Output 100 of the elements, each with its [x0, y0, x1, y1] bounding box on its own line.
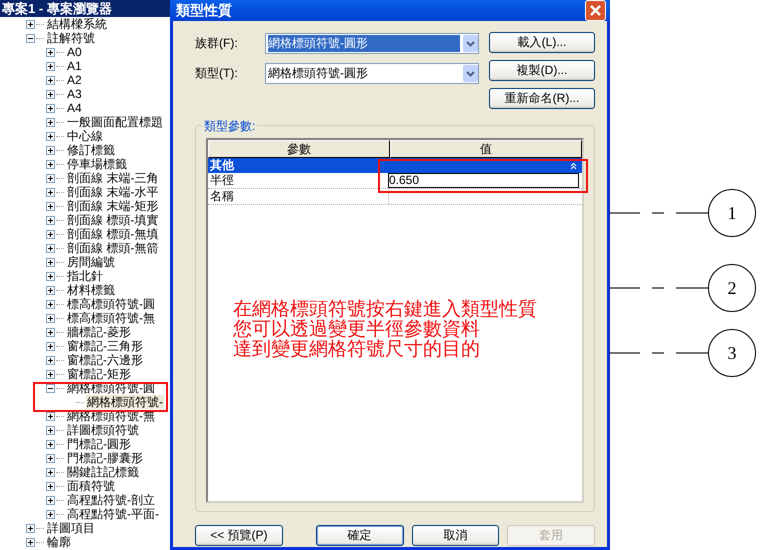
expand-icon[interactable] — [46, 258, 55, 266]
expand-icon[interactable] — [46, 314, 55, 322]
tree-item[interactable]: 關鍵註記標籤 — [66, 465, 140, 479]
tree-item[interactable]: 門標記-膠囊形 — [66, 451, 144, 465]
tree-item[interactable]: 標高標頭符號-無 — [66, 311, 156, 325]
tree-item[interactable]: 剖面線 標頭-填實 — [66, 213, 160, 227]
expand-icon[interactable] — [46, 76, 55, 84]
tree-item[interactable]: 輪廓 — [46, 535, 72, 549]
expand-icon[interactable] — [26, 524, 35, 532]
chevron-down-icon — [466, 70, 475, 76]
expand-icon[interactable] — [46, 496, 55, 504]
expand-icon[interactable] — [46, 174, 55, 182]
tree-item[interactable]: 指北針 — [66, 269, 104, 283]
tree-item[interactable]: 剖面線 標頭-無箭 — [66, 241, 160, 255]
expand-icon[interactable] — [46, 244, 55, 252]
tree-item[interactable]: 剖面線 末端-三角 — [66, 171, 160, 185]
grid-bubble — [708, 189, 756, 237]
grid-bubble — [708, 264, 756, 312]
tree-item[interactable]: 結構樑系統 — [46, 17, 108, 31]
expand-icon[interactable] — [46, 426, 55, 434]
tree-item[interactable]: 詳圖項目 — [46, 521, 96, 535]
expand-icon[interactable] — [46, 510, 55, 518]
expand-icon[interactable] — [46, 342, 55, 350]
tree-item[interactable]: 高程點符號-平面- — [66, 507, 160, 521]
tree-item[interactable]: 剖面線 末端-矩形 — [66, 199, 160, 213]
tree-item[interactable]: 剖面線 標頭-無填 — [66, 227, 160, 241]
expand-icon[interactable] — [46, 146, 55, 154]
expand-icon[interactable] — [46, 482, 55, 490]
dialog-button[interactable]: << 預覽(P) — [195, 525, 283, 546]
expand-icon[interactable] — [46, 118, 55, 126]
expand-icon[interactable] — [46, 90, 55, 98]
expand-icon[interactable] — [46, 468, 55, 476]
expand-icon[interactable] — [26, 20, 35, 28]
column-header[interactable]: 參數 — [208, 140, 390, 158]
tree-item[interactable]: 註解符號 — [46, 31, 96, 45]
tree-item[interactable]: A1 — [66, 59, 83, 73]
dialog-button[interactable]: 取消 — [412, 525, 500, 546]
side-button[interactable]: 複製(D)... — [489, 60, 595, 81]
close-button[interactable] — [585, 0, 606, 21]
group-name: 其他 — [210, 157, 234, 174]
field-label: 族群(F): — [195, 35, 239, 52]
dialog-title: 類型性質 — [176, 2, 232, 20]
tree-item[interactable]: 修訂標籤 — [66, 143, 116, 157]
collapse-icon[interactable] — [46, 384, 55, 392]
tree-item[interactable]: A2 — [66, 73, 83, 87]
expand-icon[interactable] — [46, 440, 55, 448]
expand-icon[interactable] — [46, 272, 55, 280]
tree-item[interactable]: 牆標記-菱形 — [66, 325, 132, 339]
grid-label: 2 — [728, 278, 736, 298]
expand-icon[interactable] — [46, 370, 55, 378]
tree-item[interactable]: 窗標記-三角形 — [66, 339, 144, 353]
expand-icon[interactable] — [46, 132, 55, 140]
expand-icon[interactable] — [46, 454, 55, 462]
side-button[interactable]: 重新命名(R)... — [489, 88, 595, 109]
expand-icon[interactable] — [46, 230, 55, 238]
expand-icon[interactable] — [46, 356, 55, 364]
expand-icon[interactable] — [46, 62, 55, 70]
collapse-icon[interactable] — [26, 34, 35, 42]
expand-icon[interactable] — [46, 216, 55, 224]
tree-item[interactable]: 一般圖面配置標題 — [66, 115, 164, 129]
expand-icon[interactable] — [26, 538, 35, 546]
expand-icon[interactable] — [46, 202, 55, 210]
tree-item[interactable]: 窗標記-六邊形 — [66, 353, 144, 367]
dropdown[interactable]: 網格標頭符號-圓形 — [265, 33, 479, 54]
expand-icon[interactable] — [46, 412, 55, 420]
tree-item[interactable]: 網格標頭符號- — [86, 395, 164, 409]
tree-item[interactable]: 材料標籤 — [66, 283, 116, 297]
grid-label: 3 — [728, 343, 736, 363]
grid-label: 1 — [728, 203, 736, 223]
tree-item[interactable]: 標高標頭符號-圓 — [66, 297, 156, 311]
tree-item[interactable]: 中心線 — [66, 129, 104, 143]
group-row[interactable]: 其他 — [208, 158, 582, 173]
tree-item[interactable]: 房間編號 — [66, 255, 116, 269]
tree-item[interactable]: 面積符號 — [66, 479, 116, 493]
column-header[interactable]: 值 — [390, 140, 582, 158]
panel-title: 專案1 - 專案瀏覽器 — [0, 0, 170, 17]
tree-item[interactable]: 停車場標籤 — [66, 157, 128, 171]
expand-icon[interactable] — [46, 188, 55, 196]
tree-item[interactable]: 窗標記-矩形 — [66, 367, 132, 381]
expand-icon[interactable] — [46, 48, 55, 56]
tree-item[interactable]: 剖面線 末端-水平 — [66, 185, 160, 199]
group-label: 類型參數: — [202, 118, 258, 135]
side-button[interactable]: 載入(L)... — [489, 32, 595, 53]
tree-item[interactable]: A3 — [66, 87, 83, 101]
tree-item[interactable]: A0 — [66, 45, 83, 59]
expand-icon[interactable] — [46, 328, 55, 336]
tree-item[interactable]: A4 — [66, 101, 83, 115]
tree-item[interactable]: 高程點符號-剖立 — [66, 493, 156, 507]
table-cell-text: 半徑 — [209, 173, 235, 188]
tree-item[interactable]: 門標記-圓形 — [66, 437, 132, 451]
dropdown[interactable]: 網格標頭符號-圓形 — [265, 63, 479, 84]
input-field[interactable]: 0.650 — [388, 173, 579, 188]
chevron-down-icon — [466, 40, 475, 46]
expand-icon[interactable] — [46, 104, 55, 112]
expand-icon[interactable] — [46, 286, 55, 294]
annotation-text: 達到變更網格符號尺寸的目的 — [233, 340, 481, 360]
expand-icon[interactable] — [46, 160, 55, 168]
dialog-button[interactable]: 確定 — [316, 525, 404, 546]
tree-item[interactable]: 詳圖標頭符號 — [66, 423, 140, 437]
expand-icon[interactable] — [46, 300, 55, 308]
